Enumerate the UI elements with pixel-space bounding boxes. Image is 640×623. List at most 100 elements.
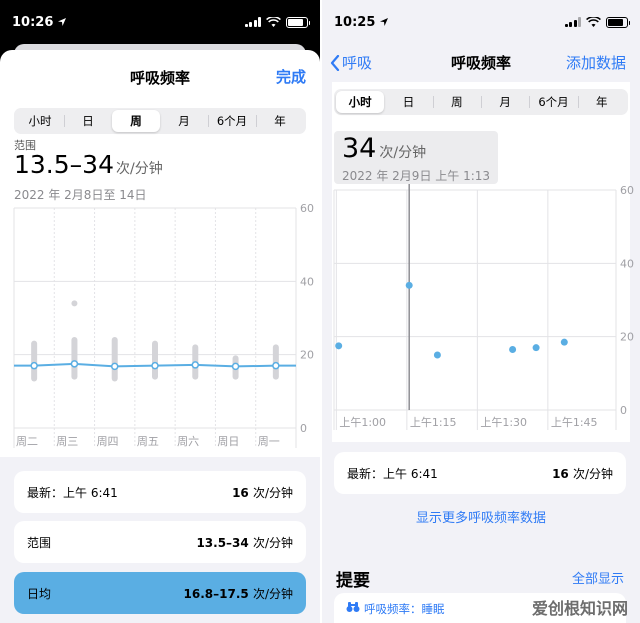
add-data-button[interactable]: 添加数据 [566,52,626,73]
segment-0[interactable]: 小时 [16,110,64,132]
status-bar: 10:25 [322,0,640,44]
y-tick-label: 40 [620,257,634,270]
selected-value: 34 次/分钟 [342,133,426,164]
x-tick-label: 周五 [137,435,159,448]
x-tick-label: 周一 [258,435,280,448]
hourly-breathing-chart[interactable]: 60 40 20 0 上午1:00 上午1:15 上午1:30 上午1:45 [322,180,640,430]
data-point [509,346,517,353]
selected-unit: 次/分钟 [379,145,427,161]
selected-number: 34 [342,133,377,164]
range-card-value: 13.5–34 次/分钟 [196,534,293,551]
y-tick-label: 0 [300,422,307,435]
x-tick-label: 周二 [16,435,38,448]
latest-unit: 次/分钟 [252,485,293,500]
segment-0[interactable]: 小时 [336,91,385,113]
y-tick-label: 60 [300,202,314,215]
data-point [433,351,441,359]
done-button[interactable]: 完成 [276,66,306,87]
battery-icon [606,16,630,28]
x-tick-label: 周三 [56,435,78,448]
average-point [272,361,280,370]
status-time: 10:26 [12,15,67,30]
segment-4[interactable]: 6个月 [208,110,256,132]
y-tick-label: 60 [620,184,634,197]
status-bar: 10:26 [0,0,320,44]
latest-value: 16 次/分钟 [552,465,613,482]
outlier-point [71,300,78,307]
range-card[interactable]: 范围 13.5–34 次/分钟 [14,521,306,563]
latest-label: 最新：上午 6:41 [347,466,438,481]
signal-icon [244,17,261,27]
binoculars-icon [346,602,360,612]
average-point [151,361,159,370]
x-tick-label: 周日 [217,435,239,448]
time-range-segmented-control: 小时日周月 6个月年 [334,89,628,115]
daily-average-card[interactable]: 日均 16.8–17.5 次/分钟 [14,572,306,614]
wifi-icon [266,16,281,27]
segment-5[interactable]: 年 [577,91,626,113]
left-screenshot: 10:26 呼吸频率 完成 小时日周月 6个月年 范围 13.5–34 次/分钟 2… [0,0,320,623]
range-unit: 次/分钟 [115,161,163,177]
wifi-icon [586,16,601,27]
x-tick-label: 上午1:30 [480,416,527,429]
data-point [405,281,413,289]
status-time: 10:25 [334,15,389,30]
show-more-data-link[interactable]: 显示更多呼吸频率数据 [322,507,640,526]
segment-3[interactable]: 月 [480,91,529,113]
average-point [191,361,200,369]
y-tick-label: 0 [620,404,627,417]
segment-2[interactable]: 周 [112,110,160,132]
y-tick-label: 20 [620,331,634,344]
y-tick-label: 20 [300,349,314,362]
right-screenshot: 10:25 呼吸 呼吸频率 添加数据 小时日周月 6个月年 60 40 20 0 上午1:… [322,0,640,623]
latest-card[interactable]: 最新：上午 6:41 16 次/分钟 [334,452,626,494]
sheet-title: 呼吸频率 [129,69,190,87]
daily-average-label: 日均 [27,586,52,601]
x-tick-label: 周四 [97,435,119,448]
time-range-segmented-control: 小时日周月 6个月年 [14,108,306,134]
latest-value: 16 次/分钟 [232,484,293,501]
y-tick-label: 40 [300,275,314,288]
show-all-link[interactable]: 全部显示 [572,568,624,587]
location-arrow-icon [380,18,389,26]
segment-3[interactable]: 月 [160,110,208,132]
range-card-number: 13.5–34 [196,535,249,550]
clock-text: 10:25 [334,14,376,30]
summary-item-label: 呼吸频率：睡眠 [364,602,445,616]
latest-card[interactable]: 最新：上午 6:41 16 次/分钟 [14,471,306,513]
clock-text: 10:26 [12,14,54,30]
data-point [532,344,540,352]
range-card-unit: 次/分钟 [252,535,293,550]
average-point [70,360,79,368]
location-arrow-icon [58,18,67,26]
daily-average-unit: 次/分钟 [252,586,293,601]
latest-label: 最新：上午 6:41 [27,485,118,500]
data-point [560,338,568,346]
summary-heading: 提要 [336,571,370,591]
latest-number: 16 [552,466,569,481]
range-card-label: 范围 [27,535,52,550]
segment-4[interactable]: 6个月 [529,91,577,113]
daily-average-value: 16.8–17.5 次/分钟 [184,585,293,602]
x-tick-label: 上午1:45 [551,416,598,429]
selected-point-tooltip: 34 次/分钟 2022 年 2月9日 上午 1:13 [334,131,498,184]
range-number: 13.5–34 [14,150,114,179]
range-value: 13.5–34 次/分钟 [14,150,163,179]
latest-unit: 次/分钟 [572,466,613,481]
signal-icon [564,17,581,27]
segment-1[interactable]: 日 [384,91,432,113]
data-point [335,342,343,350]
weekly-breathing-chart[interactable]: 60 40 20 0 周二 周三 周四 周五 周六 周日 周一 [0,200,320,456]
latest-number: 16 [232,485,249,500]
watermark-text: 爱创根知识网 [531,599,628,618]
segment-5[interactable]: 年 [256,110,304,132]
battery-icon [286,16,310,28]
average-point [30,361,38,370]
segment-2[interactable]: 周 [432,91,481,113]
x-tick-label: 上午1:15 [410,416,457,429]
selected-date: 2022 年 2月9日 上午 1:13 [342,169,491,183]
x-tick-label: 周六 [177,435,199,448]
segment-1[interactable]: 日 [64,110,112,132]
x-tick-label: 上午1:00 [339,416,386,429]
average-point [231,362,240,371]
